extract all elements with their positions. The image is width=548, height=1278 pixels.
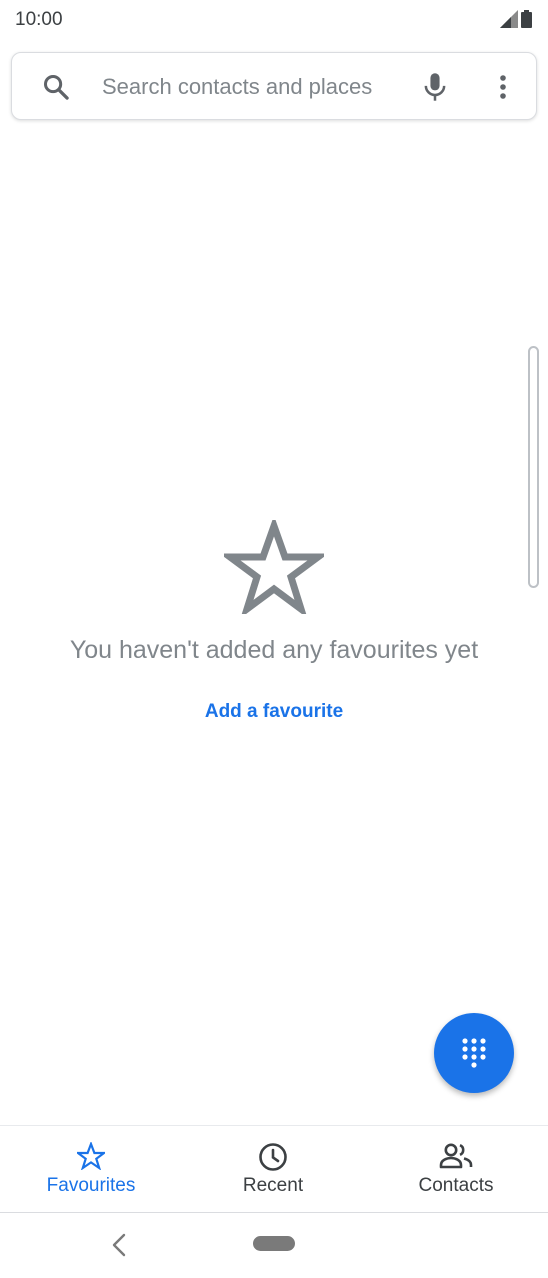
more-vert-icon[interactable] [491, 73, 515, 101]
star-icon [77, 1142, 105, 1170]
search-bar[interactable] [11, 52, 537, 120]
status-icons [500, 10, 532, 28]
people-icon [439, 1143, 473, 1169]
search-icon[interactable] [42, 73, 70, 101]
tab-favourites-label: Favourites [46, 1175, 136, 1196]
tab-contacts-label: Contacts [418, 1175, 494, 1196]
clock-icon [259, 1143, 287, 1171]
dialpad-icon [462, 1038, 486, 1068]
system-nav-bar [0, 1212, 548, 1278]
star-outline-icon [224, 520, 324, 614]
add-favourite-button[interactable]: Add a favourite [0, 701, 548, 723]
signal-icon [500, 10, 518, 28]
back-icon[interactable] [108, 1232, 130, 1258]
dialpad-button[interactable] [434, 1013, 514, 1093]
battery-icon [521, 10, 532, 28]
tab-favourites[interactable]: Favourites [0, 1126, 182, 1212]
tab-contacts[interactable]: Contacts [364, 1126, 548, 1212]
scrollbar[interactable] [528, 346, 539, 588]
mic-icon[interactable] [421, 71, 449, 103]
status-bar: 10:00 [0, 0, 548, 44]
status-time: 10:00 [15, 9, 63, 30]
bottom-nav: Favourites Recent Contacts [0, 1125, 548, 1213]
empty-state-message: You haven't added any favourites yet [69, 636, 479, 664]
search-input[interactable] [102, 69, 402, 105]
tab-recent[interactable]: Recent [182, 1126, 364, 1212]
home-pill[interactable] [253, 1236, 295, 1251]
tab-recent-label: Recent [242, 1175, 304, 1196]
